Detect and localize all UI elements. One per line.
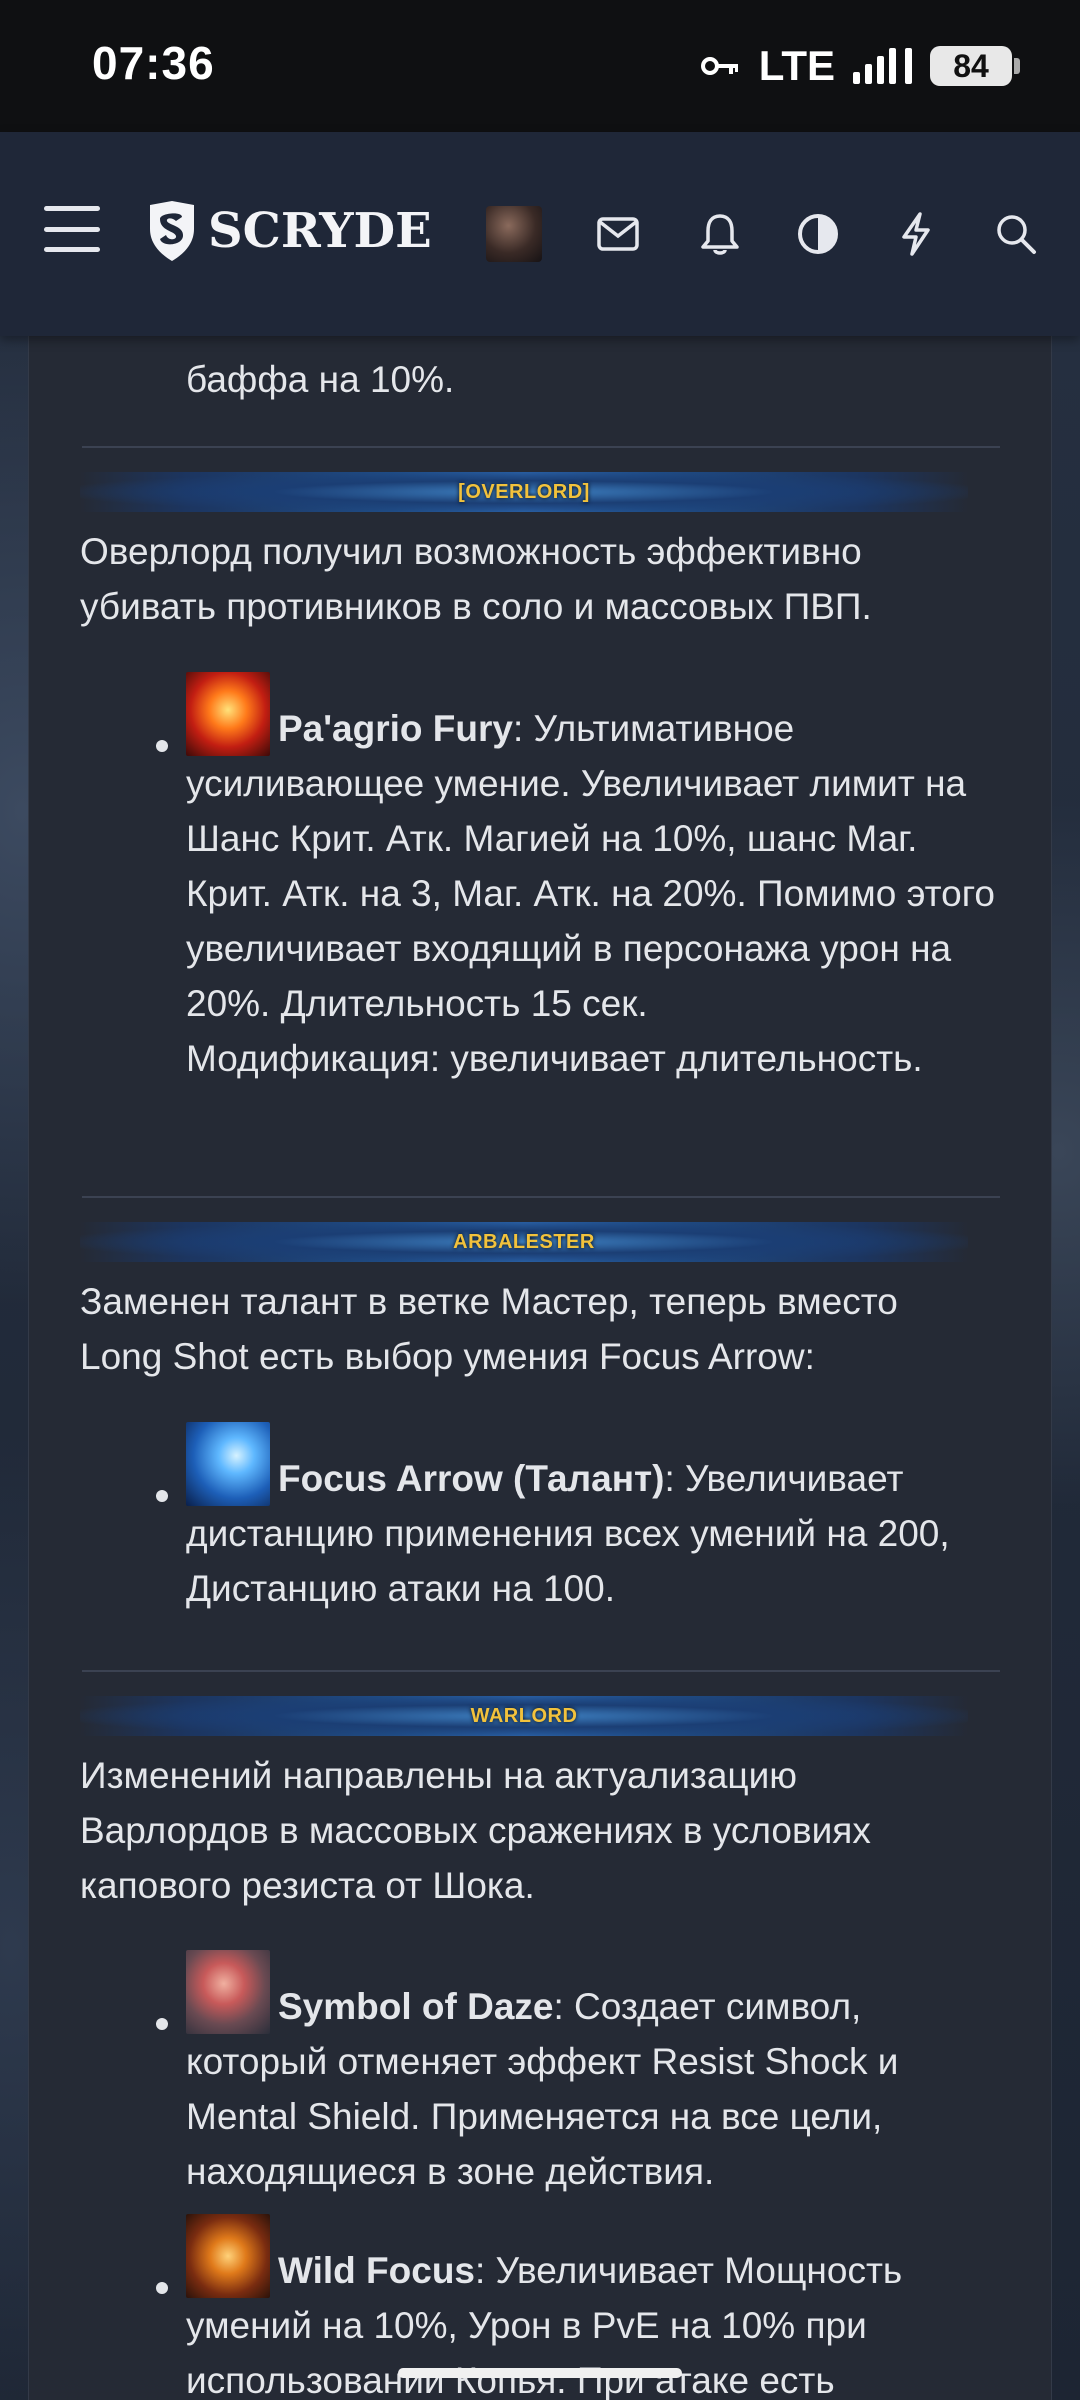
battery-level: 84 [953, 47, 989, 84]
paagrio-fury-icon [186, 672, 270, 756]
lightning-icon[interactable] [890, 208, 942, 260]
bullet [156, 2282, 168, 2294]
skill-name: Focus Arrow (Талант) [278, 1458, 665, 1499]
mail-icon[interactable] [592, 208, 644, 260]
list-item: Focus Arrow (Талант): Увеличивает дистан… [186, 1422, 996, 1616]
status-time: 07:36 [92, 37, 215, 89]
skill-modification: Модификация: увеличивает длительность. [186, 1038, 923, 1079]
signal-strength-icon [853, 48, 912, 84]
overlord-banner: [OVERLORD] [80, 472, 968, 512]
arbalester-banner: ARBALESTER [80, 1222, 968, 1262]
bullet [156, 1490, 168, 1502]
battery-icon: 84 [930, 46, 1020, 86]
status-indicators: LTE 84 [700, 40, 1020, 92]
skill-description: : Ультимативное усиливающее умение. Увел… [186, 708, 996, 1024]
home-indicator[interactable] [398, 2368, 682, 2378]
divider [82, 1196, 1000, 1198]
banner-label: ARBALESTER [453, 1230, 595, 1253]
bell-icon[interactable] [694, 208, 746, 260]
list-item: Pa'agrio Fury: Ультимативное усиливающее… [186, 672, 996, 1086]
status-bar: 07:36 LTE 84 [0, 0, 1080, 132]
search-icon[interactable] [990, 208, 1042, 260]
banner-label: WARLORD [470, 1704, 578, 1727]
overlord-intro: Оверлорд получил возможность эффективно … [80, 531, 872, 627]
divider [82, 1670, 1000, 1672]
list-item: Symbol of Daze: Создает символ, который … [186, 1950, 996, 2199]
network-type: LTE [758, 42, 835, 89]
arbalester-intro: Заменен талант в ветке Мастер, теперь вм… [80, 1281, 898, 1377]
banner-label: [OVERLORD] [458, 480, 590, 503]
wild-focus-icon [186, 2214, 270, 2298]
skill-name: Wild Focus [278, 2250, 475, 2291]
divider [82, 446, 1000, 448]
avatar[interactable] [486, 206, 542, 262]
bullet [156, 2018, 168, 2030]
focus-arrow-icon [186, 1422, 270, 1506]
site-logo[interactable]: SCRYDE [146, 198, 432, 264]
symbol-of-daze-icon [186, 1950, 270, 2034]
vpn-key-icon [700, 57, 738, 75]
warlord-banner: WARLORD [80, 1696, 968, 1736]
logo-shield-icon [150, 201, 194, 261]
logo-text: SCRYDE [208, 203, 432, 259]
warlord-intro: Изменений направлены на актуализацию Вар… [80, 1755, 871, 1906]
bullet [156, 740, 168, 752]
skill-name: Pa'agrio Fury [278, 708, 513, 749]
contrast-icon[interactable] [792, 208, 844, 260]
skill-name: Symbol of Daze [278, 1986, 554, 2027]
menu-icon[interactable] [44, 206, 100, 252]
previous-item-tail: баффа на 10%. [186, 359, 455, 400]
